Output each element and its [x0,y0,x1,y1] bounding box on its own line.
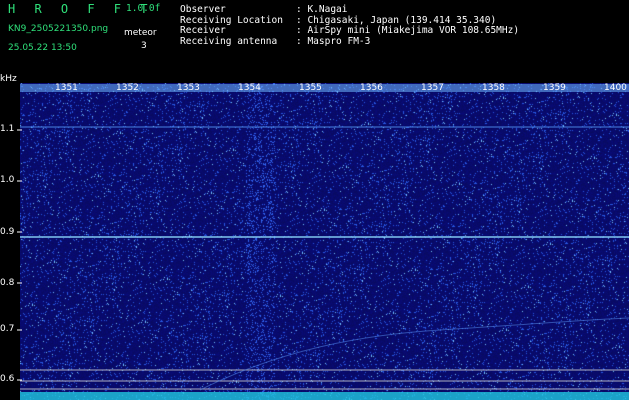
top-signal-strip [20,84,629,92]
time-tick-label: 1351 [55,83,78,93]
time-tick-label: 1354 [238,83,261,93]
hroft-window: H R O F F T 1.0.0f KN9_2505221350.png 25… [0,0,629,400]
time-tick-label: 1358 [482,83,505,93]
time-tick-label: 1356 [360,83,383,93]
spectrogram-overlay: 1351 1352 1353 1354 1355 1356 1357 1358 1359 1400 [17,83,629,400]
time-tick-label: 1359 [543,83,566,93]
time-tick-label: 1357 [421,83,444,93]
time-tick-label: 1352 [116,83,139,93]
time-tick-label: 1400 [604,83,627,93]
doppler-trace [199,317,629,391]
time-tick-label: 1355 [299,83,322,93]
bottom-signal-band [20,392,629,400]
time-tick-label: 1353 [177,83,200,93]
